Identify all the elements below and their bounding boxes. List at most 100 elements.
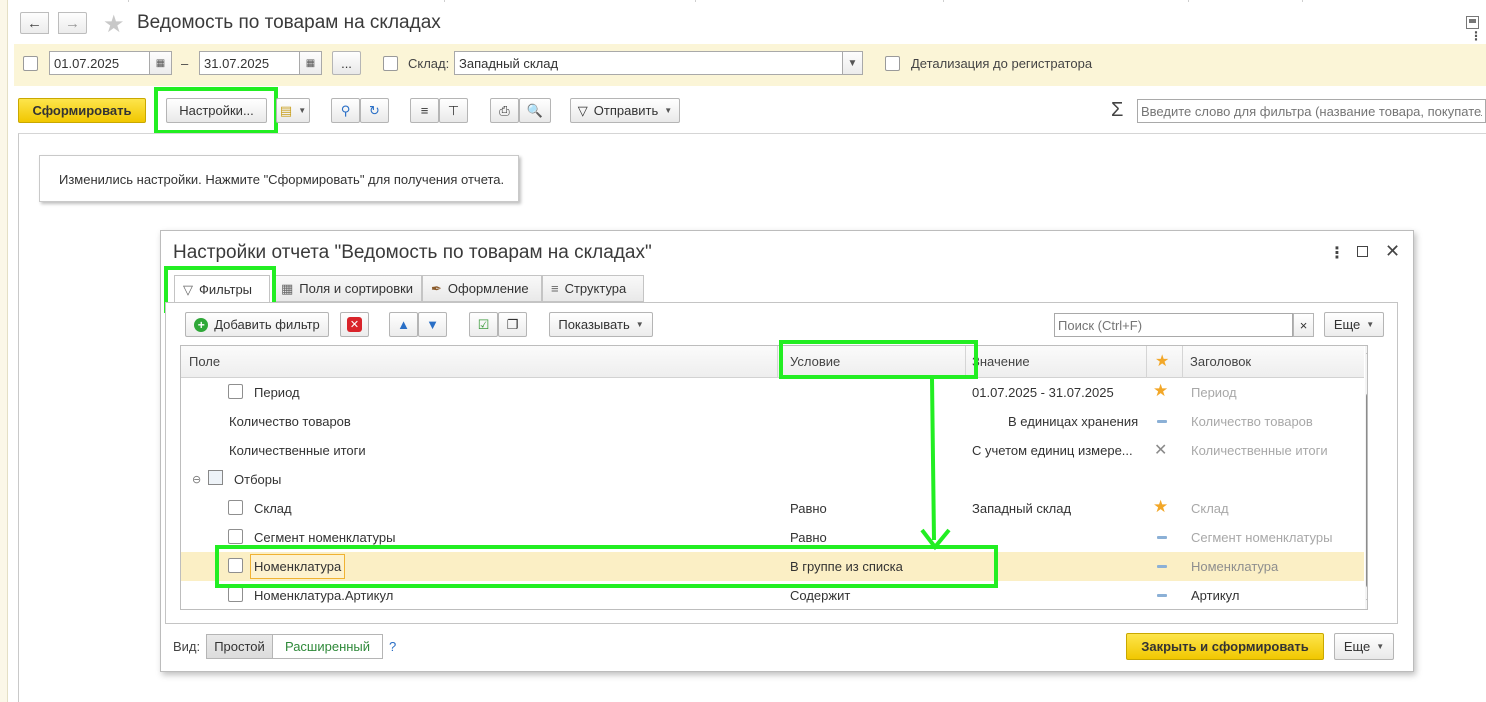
table-row-group[interactable]: ⊖ Отборы bbox=[181, 465, 1364, 494]
add-filter-button[interactable]: + Добавить фильтр bbox=[185, 312, 329, 337]
cross-icon[interactable]: ✕ bbox=[1154, 440, 1167, 460]
calendar-to-icon[interactable]: ▦ bbox=[300, 51, 322, 75]
row-header[interactable]: Склад bbox=[1191, 501, 1229, 516]
scroll-down-icon[interactable]: ▼ bbox=[1365, 598, 1367, 605]
group-icon bbox=[208, 470, 223, 485]
check-all-button[interactable]: ☑ bbox=[469, 312, 498, 337]
scroll-thumb[interactable] bbox=[1366, 393, 1367, 588]
view-label: Вид: bbox=[173, 639, 201, 654]
more-button[interactable]: Еще ▼ bbox=[1324, 312, 1384, 337]
send-button[interactable]: ▽ Отправить ▼ bbox=[570, 98, 680, 123]
column-field[interactable]: Поле bbox=[189, 354, 220, 369]
column-header[interactable]: Заголовок bbox=[1190, 354, 1251, 369]
structure-icon: ≡ bbox=[551, 281, 559, 296]
variant-menu-button[interactable]: ▤ ▼ bbox=[276, 98, 310, 123]
dash-icon[interactable] bbox=[1157, 420, 1167, 423]
collapse-groups-button[interactable]: ⊤ bbox=[439, 98, 468, 123]
row-condition[interactable]: Равно bbox=[790, 501, 827, 516]
row-field: Номенклатура.Артикул bbox=[254, 588, 394, 603]
report-variant-icon: ▤ bbox=[279, 102, 293, 118]
maximize-icon[interactable] bbox=[1357, 246, 1368, 257]
tab-appearance[interactable]: ✒ Оформление bbox=[422, 275, 542, 302]
dash-icon[interactable] bbox=[1157, 594, 1167, 597]
tab-structure[interactable]: ≡ Структура bbox=[542, 275, 644, 302]
row-header[interactable]: Сегмент номенклатуры bbox=[1191, 530, 1332, 545]
help-link[interactable]: ? bbox=[389, 639, 396, 654]
row-checkbox[interactable] bbox=[228, 384, 243, 399]
table-row[interactable]: Количество товаров В единицах хранения К… bbox=[181, 407, 1364, 436]
close-and-generate-button[interactable]: Закрыть и сформировать bbox=[1126, 633, 1324, 660]
expand-icon: ≡ bbox=[420, 103, 429, 118]
table-scrollbar[interactable]: ▲ ▼ bbox=[1365, 346, 1367, 609]
sigma-icon[interactable]: Σ bbox=[1111, 99, 1123, 122]
move-down-button[interactable]: ▼ bbox=[418, 312, 447, 337]
scroll-up-icon[interactable]: ▲ bbox=[1365, 349, 1367, 356]
table-row[interactable]: Склад Равно Западный склад ★ Склад bbox=[181, 494, 1364, 523]
period-select-button[interactable]: ... bbox=[332, 51, 361, 75]
star-icon[interactable]: ★ bbox=[1153, 497, 1168, 517]
tab-fields-label: Поля и сортировки bbox=[299, 281, 414, 296]
dash-icon[interactable] bbox=[1157, 536, 1167, 539]
row-checkbox[interactable] bbox=[228, 587, 243, 602]
column-star-icon[interactable]: ★ bbox=[1155, 351, 1169, 371]
view-simple-button[interactable]: Простой bbox=[206, 634, 273, 659]
preview-button[interactable]: 🔍 bbox=[519, 98, 551, 123]
row-value[interactable]: В единицах хранения bbox=[1008, 414, 1138, 429]
row-checkbox[interactable] bbox=[228, 529, 243, 544]
find-next-button[interactable]: ↻ bbox=[360, 98, 389, 123]
row-value[interactable]: 01.07.2025 - 31.07.2025 bbox=[972, 385, 1114, 400]
find-button[interactable]: ⚲ bbox=[331, 98, 360, 123]
back-button[interactable]: ← bbox=[20, 12, 49, 34]
more-bottom-button[interactable]: Еще ▼ bbox=[1334, 633, 1394, 660]
detail-checkbox[interactable] bbox=[885, 56, 900, 71]
dialog-menu-icon[interactable]: ⋮ bbox=[1329, 243, 1345, 263]
star-icon[interactable]: ★ bbox=[1153, 381, 1168, 401]
row-value[interactable]: Западный склад bbox=[972, 501, 1071, 516]
row-header[interactable]: Количество товаров bbox=[1191, 414, 1313, 429]
row-field: Период bbox=[254, 385, 300, 400]
dialog-title: Настройки отчета "Ведомость по товарам н… bbox=[173, 242, 652, 263]
row-condition[interactable]: Равно bbox=[790, 530, 827, 545]
row-header[interactable]: Артикул bbox=[1191, 588, 1239, 603]
table-row[interactable]: Количественные итоги С учетом единиц изм… bbox=[181, 436, 1364, 465]
warehouse-dropdown-icon[interactable]: ▼ bbox=[843, 51, 863, 75]
printer-icon: ⎙ bbox=[499, 102, 510, 118]
row-condition[interactable]: Содержит bbox=[790, 588, 850, 603]
fields-icon: ▦ bbox=[281, 280, 294, 296]
row-field: Сегмент номенклатуры bbox=[254, 530, 396, 545]
dash-icon[interactable] bbox=[1157, 565, 1167, 568]
warehouse-checkbox[interactable] bbox=[383, 56, 398, 71]
row-header[interactable]: Номенклатура bbox=[1191, 559, 1278, 574]
expand-groups-button[interactable]: ≡ bbox=[410, 98, 439, 123]
print-button[interactable]: ⎙ bbox=[490, 98, 519, 123]
row-header[interactable]: Количественные итоги bbox=[1191, 443, 1328, 458]
date-from-field[interactable]: 01.07.2025 bbox=[49, 51, 150, 75]
show-button[interactable]: Показывать ▼ bbox=[549, 312, 653, 337]
save-icon[interactable] bbox=[1466, 16, 1479, 29]
period-checkbox[interactable] bbox=[23, 56, 38, 71]
report-filter-input[interactable] bbox=[1137, 99, 1486, 123]
warehouse-field[interactable]: Западный склад bbox=[454, 51, 843, 75]
table-row[interactable]: Период 01.07.2025 - 31.07.2025 ★ Период bbox=[181, 378, 1364, 407]
settings-changed-notice: Изменились настройки. Нажмите "Сформиров… bbox=[39, 155, 519, 202]
row-checkbox[interactable] bbox=[228, 500, 243, 515]
row-value[interactable]: С учетом единиц измере... bbox=[972, 443, 1133, 458]
close-icon[interactable]: ✕ bbox=[1385, 241, 1400, 262]
calendar-from-icon[interactable]: ▦ bbox=[150, 51, 172, 75]
more-menu-icon[interactable]: ⋮ bbox=[1470, 30, 1482, 42]
move-up-button[interactable]: ▲ bbox=[389, 312, 418, 337]
tab-fields[interactable]: ▦ Поля и сортировки bbox=[272, 275, 422, 302]
generate-button[interactable]: Сформировать bbox=[18, 98, 146, 123]
collapse-toggle-icon[interactable]: ⊖ bbox=[192, 473, 201, 486]
row-header[interactable]: Период bbox=[1191, 385, 1237, 400]
search-input[interactable] bbox=[1054, 313, 1293, 337]
date-to-field[interactable]: 31.07.2025 bbox=[199, 51, 300, 75]
view-extended-button[interactable]: Расширенный bbox=[272, 634, 383, 659]
arrow-right-icon: → bbox=[65, 14, 80, 32]
star-icon[interactable]: ★ bbox=[103, 10, 125, 39]
column-value[interactable]: Значение bbox=[972, 354, 1030, 369]
forward-button[interactable]: → bbox=[58, 12, 87, 34]
uncheck-all-button[interactable]: ❐ bbox=[498, 312, 527, 337]
search-clear-button[interactable]: × bbox=[1293, 313, 1314, 337]
delete-button[interactable]: ✕ bbox=[340, 312, 369, 337]
